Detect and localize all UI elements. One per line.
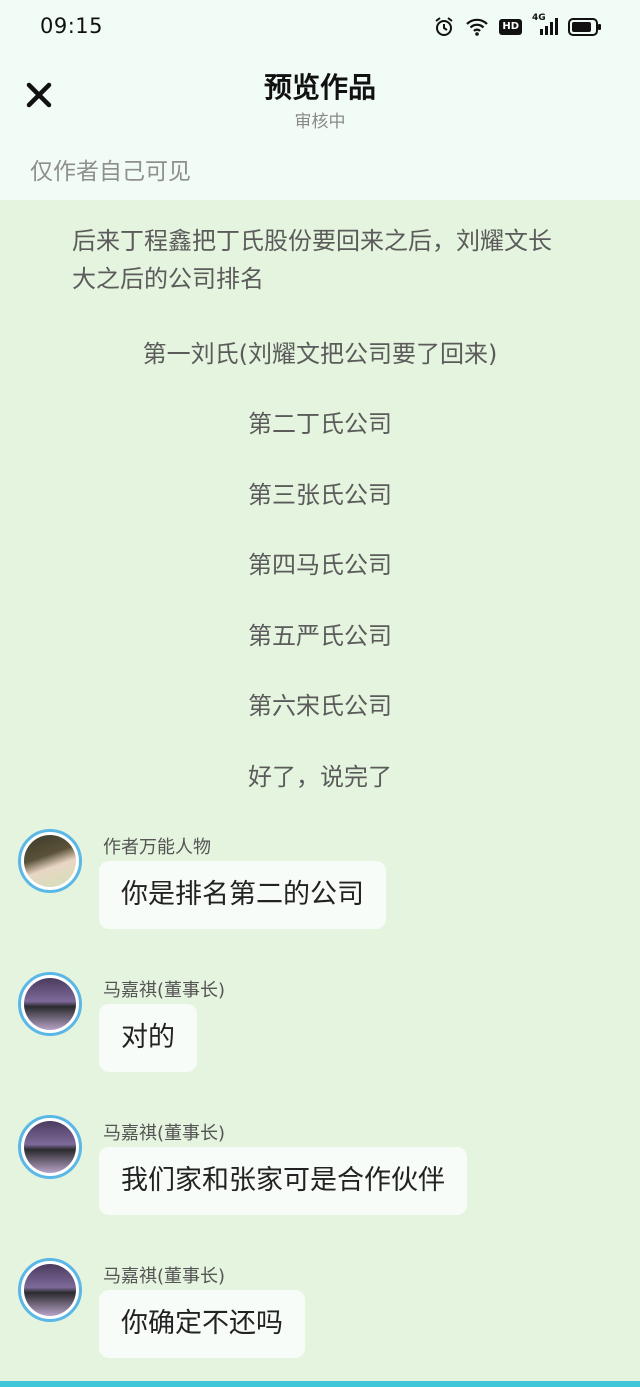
story-line: 第五严氏公司	[248, 622, 392, 650]
sender-name: 马嘉祺(董事长)	[103, 980, 226, 1001]
bottom-progress-bar	[0, 1381, 640, 1387]
wifi-icon	[465, 17, 489, 37]
story-line: 第二丁氏公司	[248, 410, 392, 438]
sender-name: 马嘉祺(董事长)	[103, 1266, 226, 1287]
story-line: 第六宋氏公司	[248, 692, 392, 720]
status-icons: HD 4G	[433, 13, 602, 38]
page-title: 预览作品	[263, 71, 376, 104]
avatar[interactable]	[18, 829, 82, 893]
message-bubble[interactable]: 你是排名第二的公司	[99, 861, 386, 929]
signal-icon: 4G	[532, 13, 558, 37]
battery-icon	[568, 18, 602, 36]
avatar[interactable]	[18, 972, 82, 1036]
story-line: 第三张氏公司	[248, 481, 392, 509]
avatar[interactable]	[18, 1115, 82, 1179]
message-bubble[interactable]: 我们家和张家可是合作伙伴	[99, 1147, 467, 1215]
sender-name: 作者万能人物	[103, 837, 211, 858]
story-line: 第一刘氏(刘耀文把公司要了回来)	[142, 340, 498, 368]
hd-badge: HD	[499, 19, 522, 35]
story-line: 好了，说完了	[248, 763, 392, 791]
message-bubble[interactable]: 对的	[99, 1004, 197, 1072]
sender-name: 马嘉祺(董事长)	[103, 1123, 226, 1144]
alarm-icon	[433, 16, 455, 38]
story-line: 第四马氏公司	[248, 551, 392, 579]
visibility-note: 仅作者自己可见	[30, 159, 191, 185]
message-bubble[interactable]: 你确定不还吗	[99, 1290, 305, 1358]
story-intro: 后来丁程鑫把丁氏股份要回来之后，刘耀文长大之后的公司排名	[72, 227, 552, 293]
avatar[interactable]	[18, 1258, 82, 1322]
status-bar: 09:15 HD 4G	[0, 0, 640, 56]
review-status: 审核中	[294, 112, 346, 132]
clock: 09:15	[40, 14, 104, 38]
